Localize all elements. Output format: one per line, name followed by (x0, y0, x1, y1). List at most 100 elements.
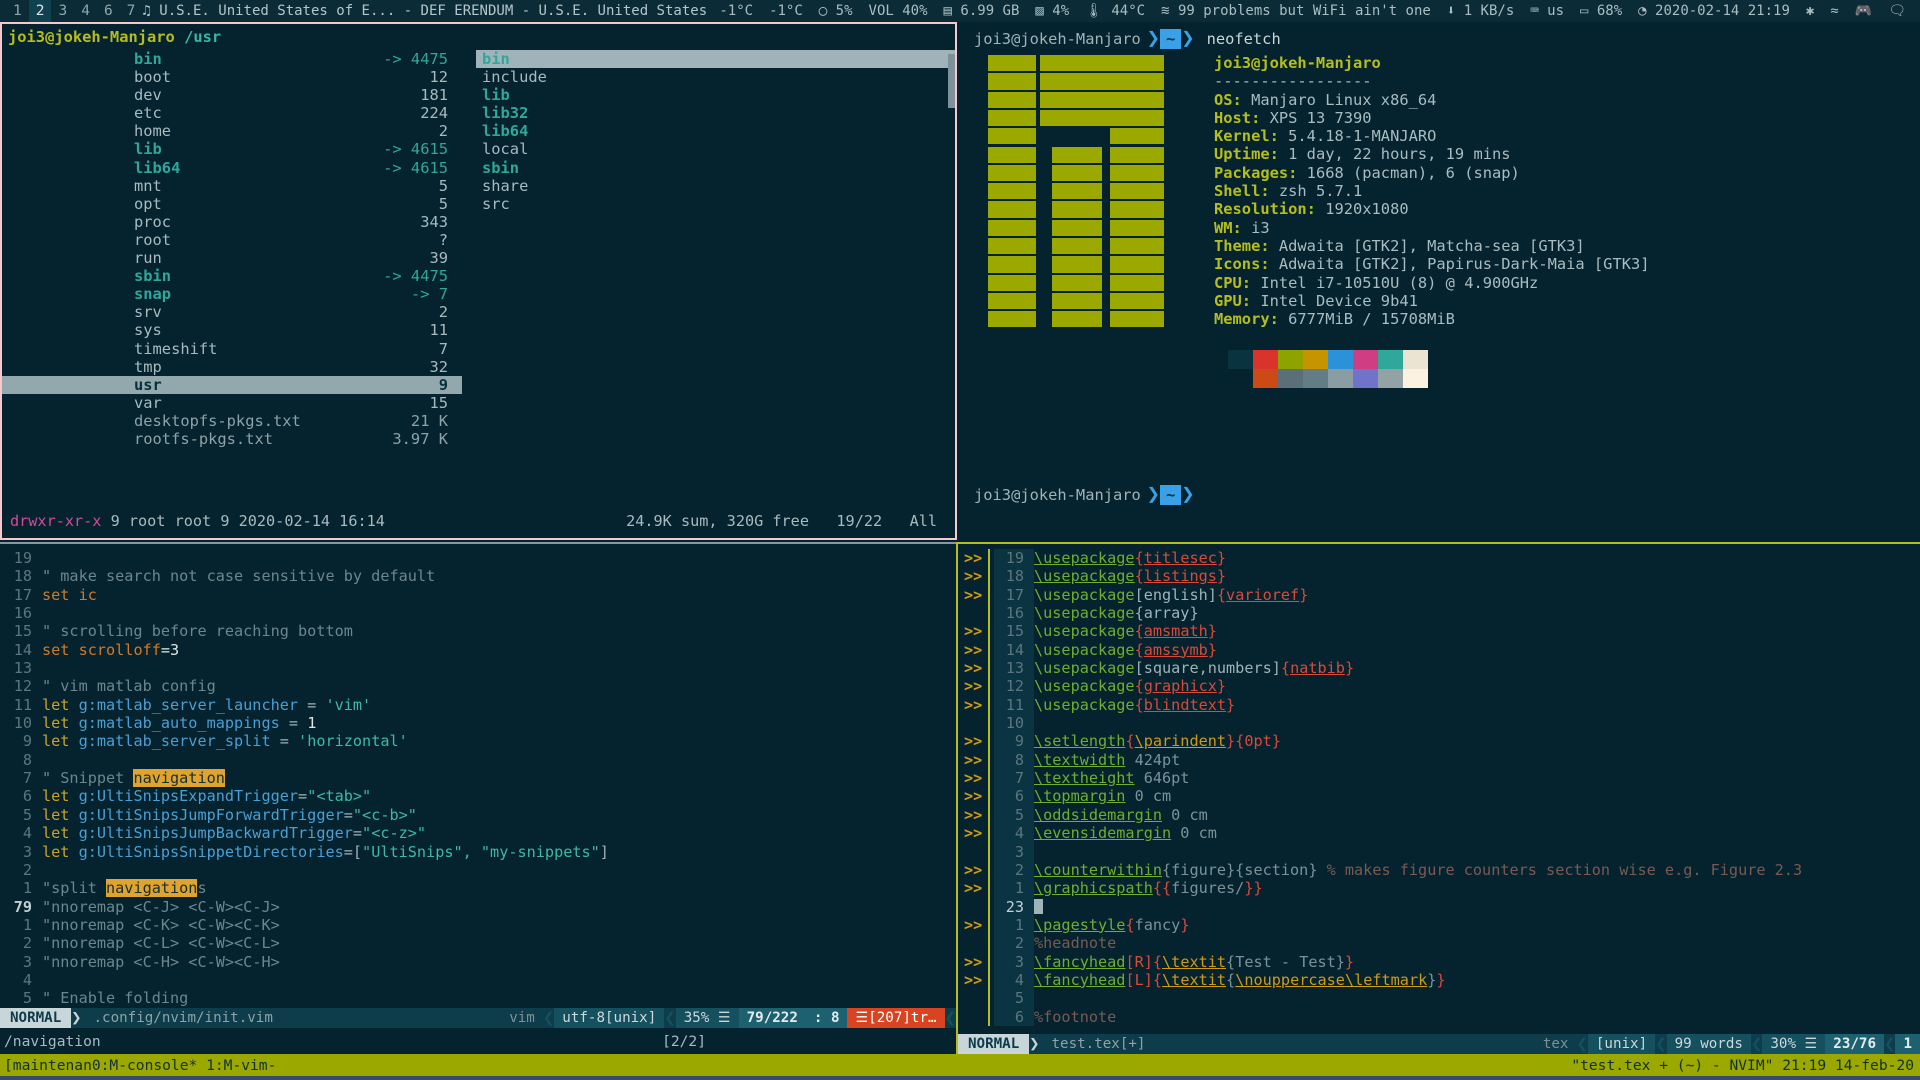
code-line[interactable]: >>19\usepackage{titlesec} (958, 549, 1920, 567)
code-line[interactable]: 6%footnote (958, 1008, 1920, 1026)
code-line[interactable]: 17set ic (0, 586, 956, 604)
code-line[interactable]: 16 (0, 604, 956, 622)
code-line[interactable]: 10let g:matlab_auto_mappings = 1 (0, 714, 956, 732)
neofetch-terminal[interactable]: joi3@jokeh-Manjaro ❯ ~ ❯ neofetch joi3@j… (960, 22, 1920, 540)
code-line[interactable]: >>12\usepackage{graphicx} (958, 677, 1920, 695)
tray-memory[interactable]: ▤ 6.99 GB (936, 3, 1028, 19)
preview-entry[interactable]: lib (476, 86, 955, 104)
ranger-entry[interactable]: proc343 (2, 213, 462, 231)
code-line[interactable]: 2"nnoremap <C-L> <C-W><C-L> (0, 934, 956, 952)
ranger-file-manager[interactable]: joi3@jokeh-Manjaro /usr bin-> 4475boot12… (2, 24, 955, 538)
code-line[interactable]: >>11\usepackage{blindtext} (958, 696, 1920, 714)
tray-temp-outdoor[interactable]: -1°C (711, 3, 761, 19)
tray-network-wave[interactable]: ≈ (1822, 3, 1846, 19)
code-line[interactable]: 10 (958, 714, 1920, 732)
ranger-entry[interactable]: srv2 (2, 303, 462, 321)
workspace-3[interactable]: 3 (51, 0, 74, 22)
system-tray[interactable]: -1°C-1°C◯ 5%VOL 40%▤ 6.99 GB▨ 4%🌡 44°C≋ … (711, 3, 1920, 19)
code-line[interactable]: 23 (958, 898, 1920, 916)
code-line[interactable]: 5 (958, 989, 1920, 1007)
init-vim-code[interactable]: 1918" make search not case sensitive by … (0, 544, 956, 1026)
ranger-scrollbar[interactable] (948, 54, 955, 108)
workspace-4[interactable]: 4 (74, 0, 97, 22)
tray-volume[interactable]: VOL 40% (861, 3, 936, 19)
ranger-entry[interactable]: sys11 (2, 321, 462, 339)
code-line[interactable]: >>5\oddsidemargin 0 cm (958, 806, 1920, 824)
preview-entry[interactable]: bin (476, 50, 955, 68)
code-line[interactable]: 11let g:matlab_server_launcher = 'vim' (0, 696, 956, 714)
code-line[interactable]: 8 (0, 751, 956, 769)
shell-prompt-line-2[interactable]: joi3@jokeh-Manjaro ❯ ~ ❯ (974, 484, 1195, 506)
ranger-entry[interactable]: home2 (2, 122, 462, 140)
ranger-entry[interactable]: lib64-> 4615 (2, 159, 462, 177)
ranger-entry[interactable]: bin-> 4475 (2, 50, 462, 68)
code-line[interactable]: 2 (0, 861, 956, 879)
code-line[interactable]: 5" Enable folding (0, 989, 956, 1007)
preview-entry[interactable]: include (476, 68, 955, 86)
nvim-init-vim-pane[interactable]: 1918" make search not case sensitive by … (0, 542, 956, 1054)
workspace-6[interactable]: 6 (97, 0, 120, 22)
code-line[interactable]: 13 (0, 659, 956, 677)
code-line[interactable]: >>9\setlength{\parindent}{0pt} (958, 732, 1920, 750)
tray-chat[interactable]: 🗨 (1880, 3, 1914, 19)
ranger-entry[interactable]: rootfs-pkgs.txt3.97 K (2, 430, 462, 448)
nvim-test-tex-pane[interactable]: >>19\usepackage{titlesec}>>18\usepackage… (956, 542, 1920, 1054)
code-line[interactable]: >>4\fancyhead[L]{\textit{\nouppercase\le… (958, 971, 1920, 989)
code-line[interactable]: >>2\counterwithin{figure}{section} % mak… (958, 861, 1920, 879)
workspace-2[interactable]: 2 (29, 0, 52, 22)
tray-bluetooth[interactable]: ✱ (1798, 3, 1822, 19)
code-line[interactable]: >>1\graphicspath{{figures/}} (958, 879, 1920, 897)
tray-netspeed[interactable]: ⬇ 1 KB/s (1439, 3, 1522, 19)
ranger-entry[interactable]: root? (2, 231, 462, 249)
preview-entry[interactable]: share (476, 177, 955, 195)
preview-entry[interactable]: sbin (476, 159, 955, 177)
code-line[interactable]: 7" Snippet navigation (0, 769, 956, 787)
workspace-7[interactable]: 7 (120, 0, 143, 22)
code-line[interactable]: >>13\usepackage[square,numbers]{natbib} (958, 659, 1920, 677)
tray-clock[interactable]: ◔ 2020-02-14 21:19 (1630, 3, 1798, 19)
ranger-entry[interactable]: snap-> 7 (2, 285, 462, 303)
preview-entry[interactable]: lib32 (476, 104, 955, 122)
ranger-entry[interactable]: tmp32 (2, 358, 462, 376)
code-line[interactable]: >>14\usepackage{amssymb} (958, 641, 1920, 659)
ranger-entry[interactable]: run39 (2, 249, 462, 267)
tray-wifi[interactable]: ≋ 99 problems but WiFi ain't one (1153, 3, 1439, 19)
tray-temp-indoor[interactable]: -1°C (761, 3, 811, 19)
code-line[interactable]: 4let g:UltiSnipsJumpBackwardTrigger="<c-… (0, 824, 956, 842)
code-line[interactable]: 16\usepackage{array} (958, 604, 1920, 622)
code-line[interactable]: 2%headnote (958, 934, 1920, 952)
code-line[interactable]: 19 (0, 549, 956, 567)
preview-entry[interactable]: src (476, 195, 955, 213)
code-line[interactable]: 79"nnoremap <C-J> <C-W><C-J> (0, 898, 956, 916)
ranger-entry[interactable]: desktopfs-pkgs.txt21 K (2, 412, 462, 430)
code-line[interactable]: 1"split navigations (0, 879, 956, 897)
ranger-entry[interactable]: etc224 (2, 104, 462, 122)
code-line[interactable]: 6let g:UltiSnipsExpandTrigger="<tab>" (0, 787, 956, 805)
code-line[interactable]: 9let g:matlab_server_split = 'horizontal… (0, 732, 956, 750)
preview-entry[interactable]: lib64 (476, 122, 955, 140)
ranger-entry[interactable]: timeshift7 (2, 340, 462, 358)
code-line[interactable]: 3let g:UltiSnipsSnippetDirectories=["Ult… (0, 843, 956, 861)
tray-temperature[interactable]: 🌡 44°C (1077, 3, 1153, 19)
code-line[interactable]: >>7\textheight 646pt (958, 769, 1920, 787)
code-line[interactable]: >>15\usepackage{amsmath} (958, 622, 1920, 640)
tray-keyboard[interactable]: ⌨ us (1522, 3, 1572, 19)
code-line[interactable]: 15" scrolling before reaching bottom (0, 622, 956, 640)
ranger-entry[interactable]: var15 (2, 394, 462, 412)
ranger-entry[interactable]: usr9 (2, 376, 462, 394)
tray-cpu-load[interactable]: ◯ 5% (811, 3, 861, 19)
preview-entry[interactable]: local (476, 140, 955, 158)
code-line[interactable]: 5let g:UltiSnipsJumpForwardTrigger="<c-b… (0, 806, 956, 824)
tray-battery[interactable]: ▭ 68% (1572, 3, 1630, 19)
vim-left-command-line[interactable]: /navigation [2/2] (0, 1028, 956, 1054)
ranger-entry[interactable]: sbin-> 4475 (2, 267, 462, 285)
code-line[interactable]: >>1\pagestyle{fancy} (958, 916, 1920, 934)
ranger-entry[interactable]: opt5 (2, 195, 462, 213)
workspace-1[interactable]: 1 (6, 0, 29, 22)
code-line[interactable]: 18" make search not case sensitive by de… (0, 567, 956, 585)
code-line[interactable]: >>3\fancyhead[R]{\textit{Test - Test}} (958, 953, 1920, 971)
workspace-list[interactable]: 123467 (0, 0, 142, 22)
code-line[interactable]: >>6\topmargin 0 cm (958, 787, 1920, 805)
code-line[interactable]: >>18\usepackage{listings} (958, 567, 1920, 585)
tray-discord[interactable]: 🎮 (1847, 3, 1880, 19)
